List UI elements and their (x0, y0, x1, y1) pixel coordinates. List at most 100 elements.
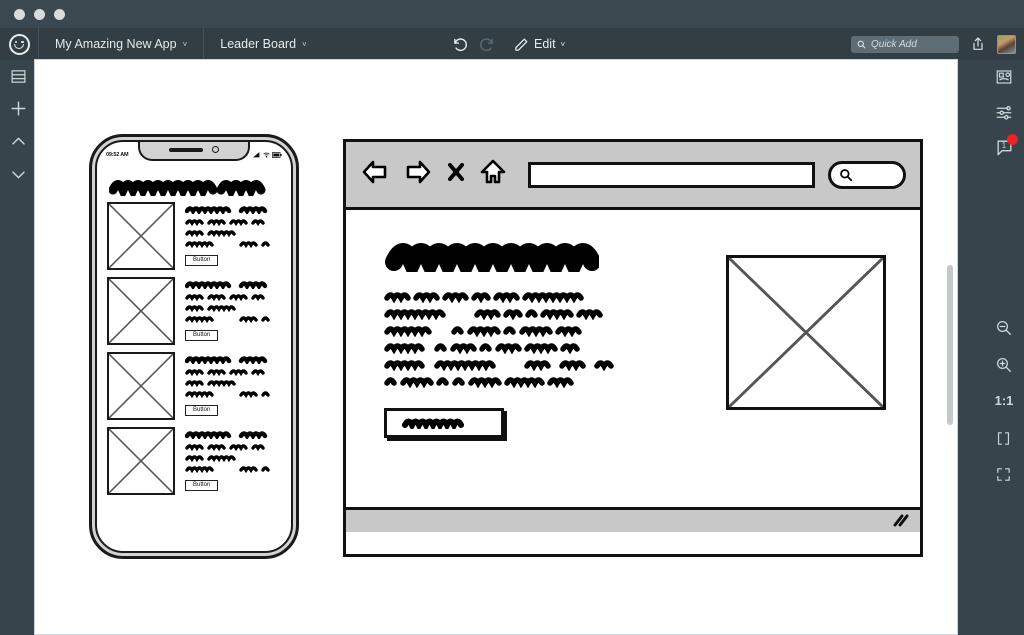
share-upload-icon[interactable] (970, 36, 986, 52)
scribble-line (185, 444, 265, 451)
image-placeholder (107, 202, 175, 270)
scribble-line (185, 391, 270, 398)
browser-status-bar (346, 507, 920, 532)
forward-arrow-icon[interactable] (403, 157, 433, 192)
scribble-line (185, 316, 270, 323)
browser-search-box[interactable] (828, 160, 906, 189)
wireframe-canvas[interactable]: 09:52 AM Button Button Button Button (34, 59, 958, 635)
cta-button[interactable] (384, 408, 504, 438)
quick-add-placeholder: Quick Add (871, 38, 917, 50)
canvas-scrollbar[interactable] (947, 265, 953, 425)
scribble-line (185, 466, 270, 473)
title-bar (0, 0, 1024, 28)
list-item-text: Button (185, 277, 281, 341)
edit-label: Edit (534, 37, 556, 51)
redo-arrow-icon (478, 36, 495, 53)
scribble-line (185, 369, 265, 376)
menu-item-project-label: My Amazing New App (55, 37, 177, 51)
list-item-text: Button (185, 202, 281, 266)
zoom-ratio-label[interactable]: 1:1 (995, 393, 1014, 408)
fit-width-icon[interactable] (995, 430, 1012, 447)
smile-arc (14, 43, 24, 49)
list-item-button[interactable]: Button (185, 329, 219, 341)
menu-bar-right: Quick Add (851, 28, 1016, 60)
right-toolbar: 1 1:1 (984, 60, 1024, 635)
properties-panel-icon[interactable] (995, 68, 1013, 86)
undo-arrow-icon[interactable] (452, 36, 469, 53)
phone-wireframe[interactable]: 09:52 AM Button Button Button Button (89, 134, 299, 559)
signal-icon (253, 152, 260, 158)
zoom-out-icon[interactable] (995, 319, 1013, 337)
close-button[interactable] (14, 8, 25, 20)
edit-toolbar: Edit ˅ (452, 28, 565, 60)
list-item-text: Button (185, 427, 281, 491)
phone-content: Button Button Button Button (97, 168, 291, 502)
left-toolbar (0, 60, 36, 635)
browser-wireframe[interactable] (343, 139, 923, 557)
app-logo[interactable] (0, 28, 38, 60)
search-icon (857, 40, 866, 48)
menu-item-leader-board[interactable]: Leader Board ˅ (203, 28, 322, 60)
scribble-line (185, 230, 236, 237)
list-item[interactable]: Button (107, 427, 281, 495)
layers-pages-icon[interactable] (10, 68, 27, 85)
quick-add-input[interactable]: Quick Add (851, 35, 959, 53)
fit-screen-icon[interactable] (995, 466, 1012, 483)
user-avatar[interactable] (997, 34, 1016, 54)
edit-menu[interactable]: Edit ˅ (514, 37, 565, 52)
scribble-line (185, 380, 236, 387)
zoom-in-icon[interactable] (995, 356, 1013, 374)
minimize-button[interactable] (34, 8, 45, 20)
comment-bubble-icon[interactable]: 1 (995, 134, 1018, 157)
status-icons (253, 152, 282, 158)
scribble-heading (385, 243, 599, 272)
list-item[interactable]: Button (107, 202, 281, 270)
browser-content (346, 210, 920, 532)
scribble-button-label (402, 418, 464, 429)
scribble-title (185, 431, 268, 439)
chevron-down-icon: ˅ (302, 39, 307, 49)
chevron-down-icon: ˅ (560, 39, 566, 49)
sliders-icon[interactable] (995, 103, 1013, 121)
scribble-title (185, 206, 268, 214)
scribble-line (185, 294, 265, 301)
app-window: My Amazing New App ˅ Leader Board ˅ Edit… (0, 0, 1024, 635)
resize-grip-icon[interactable] (892, 514, 910, 528)
scribble-line (384, 360, 614, 371)
status-time: 09:52 AM (106, 152, 129, 158)
scribble-line (384, 343, 580, 354)
list-item-button[interactable]: Button (185, 479, 219, 491)
list-item-button[interactable]: Button (185, 404, 219, 416)
scribble-line (185, 219, 265, 226)
maximize-button[interactable] (54, 8, 65, 20)
home-icon[interactable] (479, 157, 507, 192)
list-item-text: Button (185, 352, 281, 416)
battery-icon (272, 152, 282, 158)
list-item[interactable]: Button (107, 277, 281, 345)
scribble-line (384, 377, 574, 388)
chevron-up-icon[interactable] (9, 132, 28, 151)
phone-status-bar: 09:52 AM (97, 148, 291, 162)
search-icon (840, 168, 853, 181)
window-controls (14, 8, 65, 20)
stop-x-icon[interactable] (446, 160, 466, 189)
menu-item-project[interactable]: My Amazing New App ˅ (38, 28, 203, 60)
chevron-down-icon[interactable] (9, 165, 28, 184)
back-arrow-icon[interactable] (360, 157, 390, 192)
image-placeholder (107, 277, 175, 345)
image-placeholder (107, 427, 175, 495)
plus-icon[interactable] (9, 99, 28, 118)
menu-item-leader-board-label: Leader Board (220, 37, 297, 51)
scribble-heading (109, 180, 266, 196)
phone-screen: 09:52 AM Button Button Button Button (95, 140, 293, 553)
scribble-line (384, 326, 582, 337)
list-item-button[interactable]: Button (185, 254, 219, 266)
chevron-down-icon: ˅ (182, 39, 188, 49)
image-placeholder (726, 255, 886, 410)
list-item[interactable]: Button (107, 352, 281, 420)
scribble-line (185, 455, 236, 462)
image-placeholder (107, 352, 175, 420)
pencil-icon (514, 37, 529, 52)
scribble-line (384, 292, 584, 303)
url-input[interactable] (528, 161, 815, 188)
